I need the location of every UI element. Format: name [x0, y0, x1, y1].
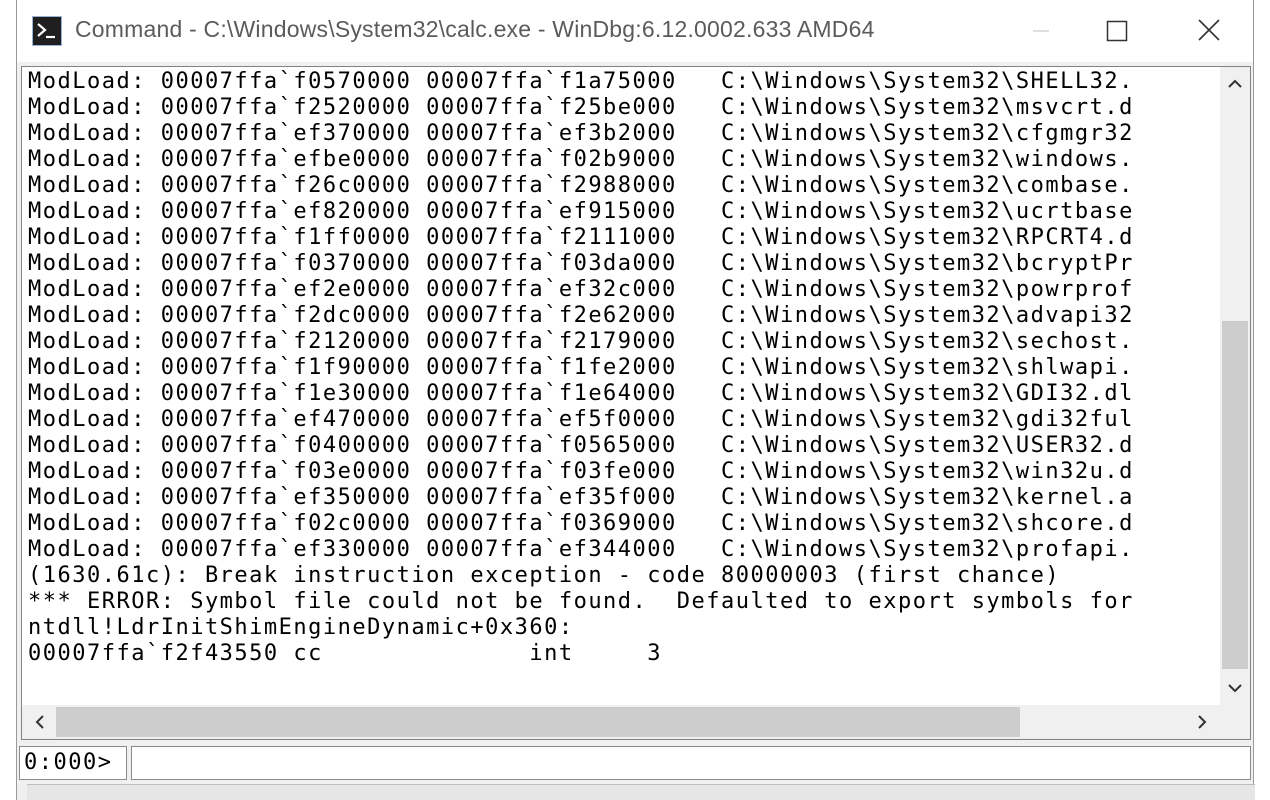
output-line: ntdll!LdrInitShimEngineDynamic+0x360: [28, 615, 574, 640]
status-bar [27, 784, 1255, 800]
maximize-button[interactable] [1087, 10, 1147, 50]
output-line: (1630.61c): Break instruction exception … [28, 563, 1061, 588]
close-button[interactable] [1179, 10, 1239, 50]
scroll-right-icon[interactable] [1186, 707, 1218, 737]
output-line: ModLoad: 00007ffa`f26c0000 00007ffa`f298… [28, 173, 1134, 198]
debugger-output[interactable]: ModLoad: 00007ffa`f0570000 00007ffa`f1a7… [28, 69, 1220, 679]
output-line: ModLoad: 00007ffa`f1ff0000 00007ffa`f211… [28, 225, 1134, 250]
output-panel[interactable]: ModLoad: 00007ffa`f0570000 00007ffa`f1a7… [21, 66, 1251, 740]
output-line: ModLoad: 00007ffa`ef330000 00007ffa`ef34… [28, 537, 1134, 562]
output-line: ModLoad: 00007ffa`ef820000 00007ffa`ef91… [28, 199, 1134, 224]
horizontal-scroll-thumb[interactable] [56, 707, 1020, 737]
output-line: ModLoad: 00007ffa`ef470000 00007ffa`ef5f… [28, 407, 1134, 432]
output-line: ModLoad: 00007ffa`f1e30000 00007ffa`f1e6… [28, 381, 1134, 406]
output-line: ModLoad: 00007ffa`f0370000 00007ffa`f03d… [28, 251, 1134, 276]
windbg-command-window: Command - C:\Windows\System32\calc.exe -… [16, 0, 1255, 800]
scroll-left-icon[interactable] [24, 707, 56, 737]
output-line: ModLoad: 00007ffa`ef2e0000 00007ffa`ef32… [28, 277, 1134, 302]
scroll-down-icon[interactable] [1220, 673, 1250, 703]
output-line: ModLoad: 00007ffa`f2dc0000 00007ffa`f2e6… [28, 303, 1134, 328]
scrollbar-corner [1220, 705, 1250, 739]
title-bar[interactable]: Command - C:\Windows\System32\calc.exe -… [17, 0, 1253, 62]
output-line: ModLoad: 00007ffa`ef350000 00007ffa`ef35… [28, 485, 1134, 510]
command-prompt-icon [32, 16, 62, 46]
vertical-scrollbar[interactable] [1220, 67, 1250, 705]
minimize-button[interactable] [1011, 10, 1071, 50]
command-bar: 0:000> [17, 744, 1253, 784]
output-line: ModLoad: 00007ffa`f2120000 00007ffa`f217… [28, 329, 1134, 354]
output-line: ModLoad: 00007ffa`efbe0000 00007ffa`f02b… [28, 147, 1134, 172]
command-input[interactable] [131, 746, 1251, 780]
output-line: ModLoad: 00007ffa`f0570000 00007ffa`f1a7… [28, 69, 1134, 94]
output-line: 00007ffa`f2f43550 cc int 3 [28, 641, 663, 666]
output-line: ModLoad: 00007ffa`f2520000 00007ffa`f25b… [28, 95, 1134, 120]
output-line: ModLoad: 00007ffa`f0400000 00007ffa`f056… [28, 433, 1134, 458]
output-line: ModLoad: 00007ffa`f03e0000 00007ffa`f03f… [28, 459, 1134, 484]
output-line: ModLoad: 00007ffa`f1f90000 00007ffa`f1fe… [28, 355, 1134, 380]
output-line: ModLoad: 00007ffa`f02c0000 00007ffa`f036… [28, 511, 1134, 536]
scroll-up-icon[interactable] [1220, 69, 1250, 99]
window-title: Command - C:\Windows\System32\calc.exe -… [75, 16, 875, 42]
output-line: *** ERROR: Symbol file could not be foun… [28, 589, 1134, 614]
horizontal-scrollbar[interactable] [22, 705, 1220, 739]
command-prompt: 0:000> [19, 746, 127, 780]
output-line: ModLoad: 00007ffa`ef370000 00007ffa`ef3b… [28, 121, 1134, 146]
vertical-scroll-thumb[interactable] [1222, 321, 1248, 669]
